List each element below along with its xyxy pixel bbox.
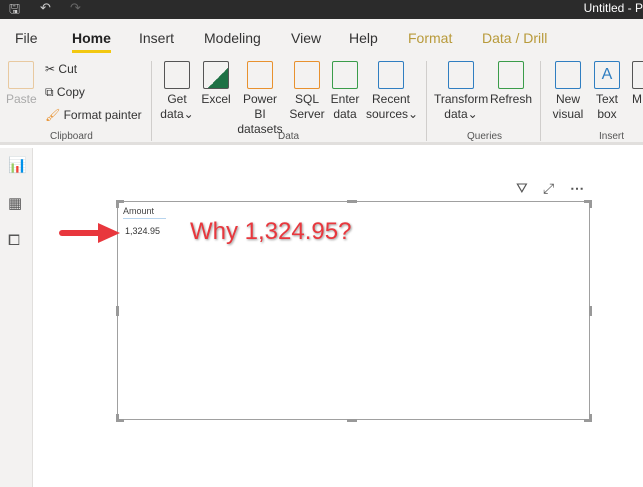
table-visual[interactable]: Amount 1,324.95 bbox=[117, 201, 590, 420]
label: data bbox=[444, 107, 468, 121]
database-icon bbox=[164, 61, 190, 89]
label: visual bbox=[552, 107, 584, 121]
tab-home[interactable]: Home bbox=[72, 30, 111, 53]
resize-handle[interactable] bbox=[116, 306, 119, 316]
sql-icon bbox=[294, 61, 320, 89]
copy-icon: ⧉ bbox=[45, 85, 54, 99]
red-arrow-icon bbox=[59, 223, 120, 243]
redo-icon[interactable]: ↷ bbox=[70, 0, 81, 16]
report-view-icon[interactable]: 📊 bbox=[8, 156, 27, 174]
column-header-amount[interactable]: Amount bbox=[123, 206, 167, 219]
ribbon-tabs: File Home Insert Modeling View Help Form… bbox=[0, 19, 643, 57]
label: M bbox=[632, 92, 642, 106]
label: Text bbox=[595, 92, 618, 106]
table-cell-amount: 1,324.95 bbox=[125, 226, 161, 236]
enter-data-button[interactable]: Enter data bbox=[329, 61, 361, 122]
brush-icon: 🖌 bbox=[45, 108, 61, 122]
paste-label: Paste bbox=[6, 92, 37, 106]
group-data: Data bbox=[278, 131, 300, 142]
label: data bbox=[333, 107, 357, 121]
table-plus-icon bbox=[332, 61, 358, 89]
paste-icon bbox=[8, 61, 34, 89]
tab-insert[interactable]: Insert bbox=[139, 30, 174, 46]
divider bbox=[151, 61, 152, 141]
transform-icon bbox=[448, 61, 474, 89]
title-bar: 🖫 ↶ ↷ Untitled - P bbox=[0, 0, 643, 19]
tab-modeling[interactable]: Modeling bbox=[204, 30, 261, 46]
label: Transform bbox=[434, 92, 489, 106]
model-view-icon[interactable]: ⧠ bbox=[8, 232, 20, 249]
excel-icon bbox=[203, 61, 229, 89]
resize-handle[interactable] bbox=[589, 414, 592, 422]
resize-handle[interactable] bbox=[116, 200, 119, 208]
label: Excel bbox=[201, 92, 231, 106]
divider bbox=[426, 61, 427, 141]
cut-label: Cut bbox=[58, 62, 78, 76]
group-insert: Insert bbox=[599, 131, 625, 142]
resize-handle[interactable] bbox=[116, 414, 119, 422]
label: New bbox=[555, 92, 580, 106]
group-queries: Queries bbox=[467, 131, 503, 142]
undo-icon[interactable]: ↶ bbox=[40, 0, 51, 16]
label: Refresh bbox=[490, 92, 533, 106]
text-box-button[interactable]: A Text box bbox=[591, 61, 623, 122]
copy-button[interactable]: ⧉ Copy bbox=[45, 85, 85, 100]
data-view-icon[interactable]: ▦ bbox=[8, 194, 22, 212]
label: box bbox=[597, 107, 617, 121]
visuals-icon bbox=[632, 61, 643, 89]
paste-button[interactable]: Paste bbox=[6, 61, 37, 107]
refresh-icon bbox=[498, 61, 524, 89]
window-title: Untitled - P bbox=[583, 1, 643, 15]
cut-button[interactable]: ✂ Cut bbox=[45, 62, 77, 76]
dataset-icon bbox=[247, 61, 273, 89]
more-visuals-button[interactable]: M bbox=[632, 61, 643, 107]
transform-data-button[interactable]: Transform data⌄ bbox=[434, 61, 488, 122]
tab-file[interactable]: File bbox=[15, 30, 38, 46]
resize-handle[interactable] bbox=[347, 200, 357, 203]
resize-handle[interactable] bbox=[347, 419, 357, 422]
ribbon: Paste ✂ Cut ⧉ Copy 🖌 Format painter Clip… bbox=[0, 57, 643, 145]
copy-label: Copy bbox=[56, 85, 85, 99]
more-options-icon[interactable]: ⋯ bbox=[570, 180, 584, 197]
clock-icon bbox=[378, 61, 404, 89]
resize-handle[interactable] bbox=[589, 200, 592, 208]
tab-data-drill[interactable]: Data / Drill bbox=[482, 30, 547, 46]
annotation-text: Why 1,324.95? bbox=[190, 218, 352, 245]
text-box-icon: A bbox=[594, 61, 620, 89]
format-painter-button[interactable]: 🖌 Format painter bbox=[45, 108, 142, 122]
power-bi-datasets-button[interactable]: Power BI datasets bbox=[236, 61, 284, 137]
new-visual-button[interactable]: New visual bbox=[550, 61, 586, 122]
label: SQL bbox=[294, 92, 319, 106]
label: Get bbox=[167, 92, 187, 106]
label: Power BI bbox=[242, 92, 277, 121]
tab-view[interactable]: View bbox=[291, 30, 321, 46]
new-visual-icon bbox=[555, 61, 581, 89]
format-painter-label: Format painter bbox=[63, 108, 142, 122]
scissors-icon: ✂ bbox=[45, 62, 56, 76]
label: Enter bbox=[330, 92, 360, 106]
resize-handle[interactable] bbox=[589, 306, 592, 316]
label: Recent bbox=[371, 92, 411, 106]
label: Server bbox=[289, 107, 325, 121]
group-clipboard: Clipboard bbox=[50, 131, 93, 142]
tab-format[interactable]: Format bbox=[408, 30, 452, 46]
divider bbox=[540, 61, 541, 141]
get-data-button[interactable]: Get data⌄ bbox=[160, 61, 194, 122]
focus-mode-icon[interactable]: ⤢ bbox=[543, 180, 554, 197]
recent-sources-button[interactable]: Recent sources⌄ bbox=[366, 61, 418, 122]
tab-help[interactable]: Help bbox=[349, 30, 378, 46]
label: datasets bbox=[237, 122, 283, 136]
refresh-button[interactable]: Refresh bbox=[490, 61, 532, 107]
view-sidebar: 📊 ▦ ⧠ bbox=[0, 148, 33, 487]
sql-server-button[interactable]: SQL Server bbox=[289, 61, 325, 122]
filter-icon[interactable]: ⛛ bbox=[516, 180, 528, 197]
label: sources bbox=[366, 107, 409, 121]
excel-button[interactable]: Excel bbox=[201, 61, 231, 107]
label: data bbox=[160, 107, 184, 121]
